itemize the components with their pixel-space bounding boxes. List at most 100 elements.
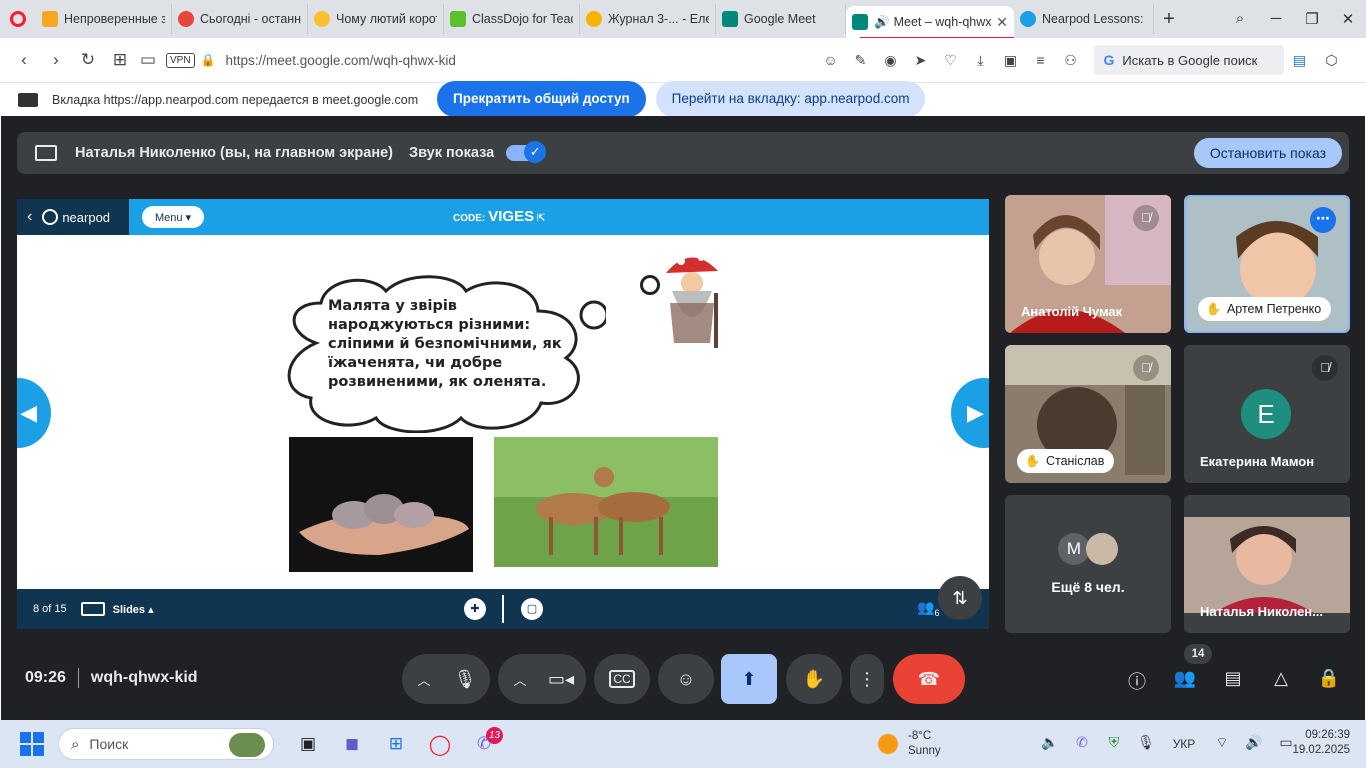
slides-icon[interactable]	[80, 602, 105, 616]
sidebar-icon[interactable]: ▤	[1284, 52, 1316, 69]
session-code[interactable]: CODE: VIGES ⇱	[453, 208, 545, 225]
new-tab-button[interactable]: +	[1154, 8, 1184, 31]
restore-icon[interactable]: ❐	[1294, 10, 1330, 28]
tab-0[interactable]: Непроверенные за	[36, 4, 172, 34]
close-tab-icon[interactable]: ✕	[996, 14, 1008, 31]
leave-call-button[interactable]: ☎	[893, 654, 965, 704]
store-icon[interactable]: ⊞	[374, 724, 418, 764]
meeting-details-icon[interactable]: ⓘ	[1125, 668, 1149, 694]
camera-icon[interactable]: ▭	[136, 50, 160, 70]
next-slide-button[interactable]: ▶	[951, 378, 989, 448]
more-options-icon[interactable]: ⋯	[1310, 207, 1336, 233]
lock-icon[interactable]: 🔒	[201, 53, 216, 67]
participant-tile[interactable]: 🎙̸ E Екатерина Мамон	[1184, 345, 1350, 483]
stop-sharing-button[interactable]: Прекратить общий доступ	[437, 80, 646, 117]
share-sound-toggle[interactable]	[506, 141, 547, 163]
stop-presenting-button[interactable]: Остановить показ	[1193, 138, 1342, 168]
search-tabs-icon[interactable]: ⌕	[1222, 10, 1258, 28]
wifi-icon[interactable]: ⌔	[1206, 734, 1238, 754]
back-icon[interactable]: ‹	[8, 50, 40, 70]
url-field[interactable]: https://meet.google.com/wqh-qhwx-kid	[226, 53, 816, 68]
board-icon[interactable]: ▢	[521, 598, 543, 620]
slide-content: Малята у звірів народжуються різними: сл…	[266, 235, 739, 589]
opera-menu-icon[interactable]	[0, 0, 36, 38]
google-search-field[interactable]: G Искать в Google поиск	[1093, 45, 1284, 75]
speaker-tray-icon[interactable]: 🔊	[1238, 734, 1270, 754]
security-tray-icon[interactable]: ⛨	[1098, 734, 1130, 754]
microphone-button[interactable]: 🎙	[440, 654, 490, 704]
participant-tile-active[interactable]: ⋯ ✋ Артем Петренко	[1184, 195, 1350, 333]
close-window-icon[interactable]: ✕	[1330, 10, 1366, 28]
students-icon[interactable]: 👥6	[917, 599, 939, 618]
edit-icon[interactable]: ✎	[846, 52, 876, 69]
heart-icon[interactable]: ♡	[936, 52, 966, 69]
tab-6-active[interactable]: 🔊 Meet – wqh-qhwx ✕	[846, 6, 1014, 38]
mic-tray-icon[interactable]: 🎙	[1130, 734, 1162, 754]
slides-toggle[interactable]: Slides ▴	[113, 603, 154, 616]
camera-button[interactable]: ▭◂	[536, 654, 586, 704]
speaker-icon[interactable]: 🔊	[874, 15, 890, 30]
taskbar-clock[interactable]: 09:26:39 19.02.2025	[1292, 728, 1350, 758]
reload-icon[interactable]: ↻	[72, 50, 104, 70]
back-chevron-icon[interactable]: ‹	[27, 208, 32, 226]
participant-tile[interactable]: 🎙̸ ✋ Станіслав	[1005, 345, 1171, 483]
forward-icon[interactable]: ›	[40, 50, 72, 70]
emoji-icon[interactable]: ☺	[816, 52, 846, 69]
tab-4[interactable]: Журнал 3-... - Елект	[580, 4, 716, 34]
more-participants-tile[interactable]: M Ещё 8 чел.	[1005, 495, 1171, 633]
reactions-button[interactable]: ☺	[658, 654, 714, 704]
video-popout-icon[interactable]: ▣	[996, 52, 1026, 69]
host-controls-icon[interactable]: 🔒	[1317, 668, 1341, 689]
raised-hand-icon: ✋	[1025, 454, 1040, 468]
people-icon[interactable]: 👥	[1173, 668, 1197, 689]
opera-taskbar-icon[interactable]: ◯	[418, 724, 462, 764]
nearpod-logo[interactable]: ‹ nearpod	[17, 199, 129, 235]
tab-favicon-icon	[178, 11, 194, 27]
chat-icon[interactable]: ▤	[1221, 668, 1245, 689]
more-options-button[interactable]: ⋮	[850, 654, 884, 704]
weather-widget[interactable]: -8°C Sunny	[878, 729, 941, 759]
tab-favicon-icon	[586, 11, 602, 27]
participant-name: Наталья Николен...	[1200, 604, 1323, 619]
self-tile[interactable]: Наталья Николен...	[1184, 495, 1350, 633]
language-indicator[interactable]: УКР	[1162, 734, 1206, 754]
snapshot-icon[interactable]: ◉	[876, 52, 906, 69]
minimize-icon[interactable]: ─	[1258, 10, 1294, 28]
vpn-badge[interactable]: VPN	[166, 52, 195, 68]
volume-tray-icon[interactable]: 🔈	[1034, 734, 1066, 754]
presenting-bar: Наталья Николенко (вы, на главном экране…	[17, 132, 1349, 174]
external-link-icon: ⇱	[536, 213, 546, 224]
raised-hand-icon: ✋	[1206, 302, 1221, 316]
add-activity-icon[interactable]: ✚	[464, 598, 486, 620]
present-button[interactable]: ⬆	[721, 654, 777, 704]
presenter-name: Наталья Николенко (вы, на главном экране…	[75, 145, 393, 161]
task-view-icon[interactable]: ▣	[286, 724, 330, 764]
tab-3[interactable]: ClassDojo for Teache	[444, 4, 580, 34]
captions-button[interactable]: CC	[594, 654, 650, 704]
nearpod-menu-button[interactable]: Menu ▾	[142, 206, 204, 228]
download-icon[interactable]: ⤓	[966, 52, 996, 69]
previous-slide-button[interactable]: ◀	[17, 378, 51, 448]
activities-icon[interactable]: △	[1269, 668, 1293, 689]
tab-1[interactable]: Сьогодні - останній	[172, 4, 308, 34]
tab-5[interactable]: Google Meet	[716, 4, 846, 34]
tab-7[interactable]: Nearpod Lessons: D	[1014, 4, 1154, 34]
viber-tray-icon[interactable]: ✆	[1066, 734, 1098, 754]
extensions-icon[interactable]: ⬡	[1316, 52, 1348, 69]
send-icon[interactable]: ➤	[906, 52, 936, 69]
swap-layout-button[interactable]: ⇅	[938, 576, 982, 620]
presentation-stage: ‹ nearpod Menu ▾ CODE: VIGES ⇱ Малята у з…	[17, 199, 989, 629]
teams-icon[interactable]: ◼	[330, 724, 374, 764]
profile-icon[interactable]: ⚇	[1056, 52, 1086, 69]
speed-dial-icon[interactable]: ⊞	[104, 50, 136, 70]
taskbar-search[interactable]: ⌕ Поиск	[58, 728, 274, 760]
windows-start-icon[interactable]	[20, 732, 44, 756]
tab-2[interactable]: Чому лютий корот	[308, 4, 444, 34]
participant-tile[interactable]: 🎙̸ Анатолій Чумак	[1005, 195, 1171, 333]
raise-hand-button[interactable]: ✋	[786, 654, 842, 704]
window-controls: ⌕ ─ ❐ ✕	[1222, 10, 1366, 28]
viber-icon[interactable]: ✆ 13	[462, 724, 506, 764]
easy-setup-icon[interactable]: ≡	[1026, 52, 1056, 69]
end-call-icon: ☎	[917, 668, 941, 689]
go-to-tab-button[interactable]: Перейти на вкладку: app.nearpod.com	[655, 80, 926, 117]
